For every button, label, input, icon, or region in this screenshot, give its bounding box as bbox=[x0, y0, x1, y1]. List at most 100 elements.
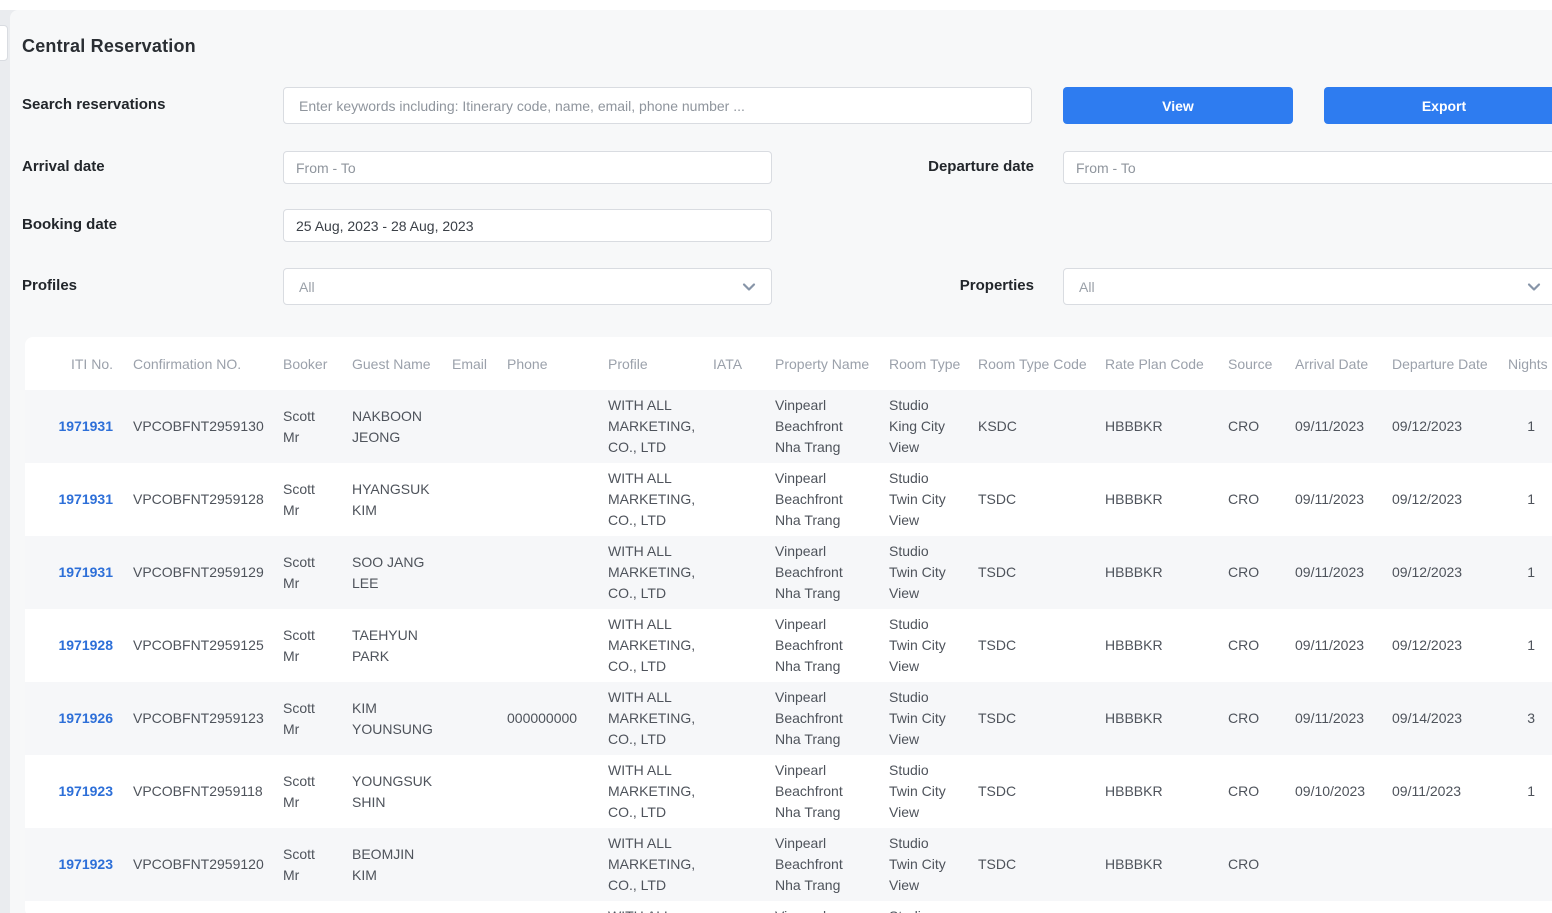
column-header-email: Email bbox=[445, 337, 495, 390]
properties-select-value: All bbox=[1064, 279, 1552, 295]
column-header-room-type-code: Room Type Code bbox=[970, 337, 1095, 390]
page-title: Central Reservation bbox=[22, 36, 196, 57]
cell-profile: WITH ALL MARKETING, CO., LTD bbox=[595, 536, 705, 609]
search-label: Search reservations bbox=[22, 95, 165, 115]
cell-room-type-code: KSDC bbox=[970, 390, 1095, 463]
cell-room-type: Studio Twin City View bbox=[880, 463, 970, 536]
cell-property-name: Vinpearl Beachfront Nha Trang bbox=[760, 536, 880, 609]
cell-departure-date: 09/14/2023 bbox=[1382, 682, 1500, 755]
cell-iata bbox=[705, 536, 760, 609]
cell-email bbox=[445, 901, 495, 913]
cell-iata bbox=[705, 609, 760, 682]
cell-rate-plan-code: HBBBKR bbox=[1095, 755, 1220, 828]
table-body: 1971931 VPCOBFNT2959130 Scott Mr NAKBOON… bbox=[25, 390, 1552, 913]
cell-phone bbox=[495, 609, 595, 682]
column-header-phone: Phone bbox=[495, 337, 595, 390]
cell-arrival-date: 09/11/2023 bbox=[1285, 463, 1382, 536]
iti-link[interactable]: 1971931 bbox=[58, 491, 113, 507]
cell-property-name: Vinpearl Beachfront Nha Trang bbox=[760, 828, 880, 901]
booking-date-input[interactable] bbox=[283, 209, 772, 242]
cell-room-type: Studio Twin City View bbox=[880, 901, 970, 913]
cell-property-name: Vinpearl Beachfront Nha Trang bbox=[760, 682, 880, 755]
properties-select[interactable]: All bbox=[1063, 268, 1552, 305]
cell-property-name: Vinpearl Beachfront Nha Trang bbox=[760, 390, 880, 463]
reservations-table-card: ITI No. Confirmation NO. Booker Guest Na… bbox=[25, 337, 1552, 913]
cell-room-type: Studio Twin City View bbox=[880, 828, 970, 901]
cell-guest-name: NAKBOON JEONG bbox=[340, 390, 445, 463]
cell-departure-date bbox=[1382, 828, 1500, 901]
cell-profile: WITH ALL MARKETING, CO., LTD bbox=[595, 901, 705, 913]
cell-source bbox=[1220, 901, 1285, 913]
properties-label: Properties bbox=[710, 276, 1034, 296]
cell-nights: 1 bbox=[1500, 463, 1552, 536]
cell-room-type-code: TSDC bbox=[970, 536, 1095, 609]
cell-confirmation: VPCOBFNT2959120 bbox=[120, 828, 265, 901]
column-header-nights: Nights bbox=[1500, 337, 1552, 390]
iti-link[interactable]: 1971931 bbox=[58, 564, 113, 580]
table-row: 1971926 VPCOBFNT2959123 Scott Mr KIM YOU… bbox=[25, 682, 1552, 755]
cell-iti bbox=[25, 901, 120, 913]
iti-link[interactable]: 1971923 bbox=[58, 856, 113, 872]
cell-phone bbox=[495, 901, 595, 913]
column-header-iti-no: ITI No. bbox=[25, 337, 120, 390]
cell-phone bbox=[495, 828, 595, 901]
cell-nights: 1 bbox=[1500, 609, 1552, 682]
cell-rate-plan-code: HBBBKR bbox=[1095, 390, 1220, 463]
cell-confirmation: VPCOBFNT2959128 bbox=[120, 463, 265, 536]
table-header-row: ITI No. Confirmation NO. Booker Guest Na… bbox=[25, 337, 1552, 390]
cell-nights: 1 bbox=[1500, 390, 1552, 463]
cell-email bbox=[445, 682, 495, 755]
column-header-booker: Booker bbox=[265, 337, 340, 390]
cell-iti: 1971931 bbox=[25, 390, 120, 463]
cell-room-type-code bbox=[970, 901, 1095, 913]
cell-guest-name: YOUNGSUK SHIN bbox=[340, 755, 445, 828]
view-button[interactable]: View bbox=[1063, 87, 1293, 124]
cell-iti: 1971926 bbox=[25, 682, 120, 755]
column-header-rate-plan-code: Rate Plan Code bbox=[1095, 337, 1220, 390]
cell-guest-name: HYANGSUK KIM bbox=[340, 463, 445, 536]
arrival-date-input[interactable] bbox=[283, 151, 772, 184]
cell-rate-plan-code bbox=[1095, 901, 1220, 913]
cell-phone: 000000000 bbox=[495, 682, 595, 755]
iti-link[interactable]: 1971923 bbox=[58, 783, 113, 799]
cell-source: CRO bbox=[1220, 682, 1285, 755]
departure-date-input[interactable] bbox=[1063, 151, 1552, 184]
profiles-select[interactable]: All bbox=[283, 268, 772, 305]
cell-property-name: Vinpearl Beachfront Nha Trang bbox=[760, 901, 880, 913]
search-input[interactable] bbox=[283, 87, 1032, 124]
cell-iata bbox=[705, 390, 760, 463]
profiles-label: Profiles bbox=[22, 276, 77, 296]
table-row: 1971923 VPCOBFNT2959118 Scott Mr YOUNGSU… bbox=[25, 755, 1552, 828]
column-header-iata: IATA bbox=[705, 337, 760, 390]
cell-confirmation: VPCOBFNT2959118 bbox=[120, 755, 265, 828]
cell-arrival-date: 09/10/2023 bbox=[1285, 755, 1382, 828]
iti-link[interactable]: 1971931 bbox=[58, 418, 113, 434]
iti-link[interactable]: 1971928 bbox=[58, 637, 113, 653]
cell-source: CRO bbox=[1220, 828, 1285, 901]
cell-iata bbox=[705, 755, 760, 828]
table-row: 1971931 VPCOBFNT2959128 Scott Mr HYANGSU… bbox=[25, 463, 1552, 536]
iti-link[interactable]: 1971926 bbox=[58, 710, 113, 726]
cell-room-type-code: TSDC bbox=[970, 755, 1095, 828]
cell-guest-name: BEOMJIN KIM bbox=[340, 828, 445, 901]
column-header-profile: Profile bbox=[595, 337, 705, 390]
cell-source: CRO bbox=[1220, 536, 1285, 609]
cell-room-type: Studio Twin City View bbox=[880, 536, 970, 609]
cell-source: CRO bbox=[1220, 463, 1285, 536]
column-header-departure-date: Departure Date bbox=[1382, 337, 1500, 390]
cell-arrival-date: 09/11/2023 bbox=[1285, 682, 1382, 755]
export-button[interactable]: Export bbox=[1324, 87, 1552, 124]
table-row: 1971931 VPCOBFNT2959130 Scott Mr NAKBOON… bbox=[25, 390, 1552, 463]
cell-arrival-date: 09/11/2023 bbox=[1285, 536, 1382, 609]
cell-departure-date: 09/12/2023 bbox=[1382, 390, 1500, 463]
cell-iata bbox=[705, 828, 760, 901]
cell-room-type: Studio King City View bbox=[880, 390, 970, 463]
cell-iti: 1971931 bbox=[25, 536, 120, 609]
cell-rate-plan-code: HBBBKR bbox=[1095, 463, 1220, 536]
cell-profile: WITH ALL MARKETING, CO., LTD bbox=[595, 390, 705, 463]
cell-departure-date: 09/12/2023 bbox=[1382, 536, 1500, 609]
cell-booker: Scott Mr bbox=[265, 390, 340, 463]
column-header-property-name: Property Name bbox=[760, 337, 880, 390]
cell-property-name: Vinpearl Beachfront Nha Trang bbox=[760, 609, 880, 682]
column-header-room-type: Room Type bbox=[880, 337, 970, 390]
